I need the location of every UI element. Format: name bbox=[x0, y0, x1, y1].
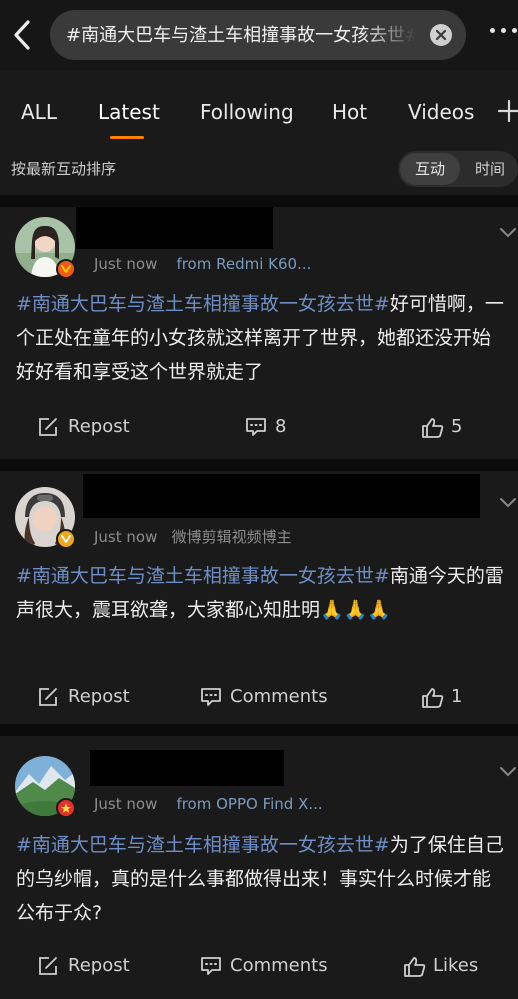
post-hashtag[interactable]: #南通大巴车与渣土车相撞事故一女孩去世# bbox=[16, 293, 390, 315]
divider bbox=[0, 459, 518, 471]
post-meta: Just now 微博剪辑视频博主 bbox=[94, 526, 292, 547]
sort-toggle[interactable]: 互动 时间 bbox=[398, 151, 518, 187]
verified-badge-icon bbox=[56, 798, 76, 818]
post-text: #南通大巴车与渣土车相撞事故一女孩去世#南通今天的雷声很大，震耳欲聋，大家都心知… bbox=[16, 559, 506, 627]
post-time: Just now bbox=[94, 795, 158, 813]
top-bar: #南通大巴车与渣土车相撞事故一女孩去世# bbox=[0, 0, 518, 70]
post-card[interactable]: Just now from OPPO Find X... #南通大巴车与渣土车相… bbox=[0, 736, 518, 999]
post-time: Just now bbox=[94, 528, 158, 546]
tab-videos[interactable]: Videos bbox=[408, 88, 474, 136]
post-actions: Repost Comments 1 bbox=[0, 677, 518, 717]
divider bbox=[0, 724, 518, 736]
verified-badge-icon bbox=[56, 529, 76, 549]
divider bbox=[0, 195, 518, 207]
tab-latest[interactable]: Latest bbox=[98, 88, 160, 136]
repost-label: Repost bbox=[68, 686, 130, 707]
repost-label: Repost bbox=[68, 416, 130, 437]
search-input[interactable]: #南通大巴车与渣土车相撞事故一女孩去世# bbox=[50, 10, 466, 60]
chevron-down-icon[interactable] bbox=[498, 225, 518, 239]
comments-count: Comments bbox=[230, 686, 328, 707]
post-actions: Repost Comments Likes bbox=[0, 946, 518, 986]
post-source[interactable]: from OPPO Find X... bbox=[176, 795, 322, 813]
tab-following[interactable]: Following bbox=[200, 88, 294, 136]
add-tab-icon[interactable] bbox=[497, 99, 518, 123]
post-source[interactable]: from Redmi K60... bbox=[176, 255, 311, 273]
chevron-down-icon[interactable] bbox=[498, 764, 518, 778]
post-text: #南通大巴车与渣土车相撞事故一女孩去世#为了保住自己的乌纱帽，真的是什么事都做得… bbox=[16, 828, 506, 930]
active-tab-indicator bbox=[110, 136, 144, 139]
chevron-down-icon[interactable] bbox=[498, 495, 518, 509]
more-options-icon[interactable] bbox=[484, 28, 518, 42]
post-actions: Repost 8 5 bbox=[0, 407, 518, 447]
sort-option-interaction[interactable]: 互动 bbox=[400, 153, 460, 185]
post-meta: Just now from OPPO Find X... bbox=[94, 795, 323, 813]
redacted-username bbox=[90, 750, 284, 786]
tab-all[interactable]: ALL bbox=[21, 88, 57, 136]
post-card[interactable]: Just now from Redmi K60... #南通大巴车与渣土车相撞事… bbox=[0, 207, 518, 459]
verified-badge-icon bbox=[56, 259, 76, 279]
back-arrow-icon[interactable] bbox=[8, 18, 38, 52]
sort-label: 按最新互动排序 bbox=[11, 160, 117, 178]
post-time: Just now bbox=[94, 255, 158, 273]
post-source: 微博剪辑视频博主 bbox=[171, 528, 292, 546]
post-meta: Just now from Redmi K60... bbox=[94, 255, 311, 273]
tab-hot[interactable]: Hot bbox=[332, 88, 367, 136]
redacted-username bbox=[83, 474, 480, 518]
comments-count: 8 bbox=[275, 416, 287, 437]
post-hashtag[interactable]: #南通大巴车与渣土车相撞事故一女孩去世# bbox=[16, 565, 390, 587]
likes-count: 1 bbox=[451, 686, 463, 707]
post-text: #南通大巴车与渣土车相撞事故一女孩去世#好可惜啊，一个正处在童年的小女孩就这样离… bbox=[16, 287, 506, 389]
sort-option-time[interactable]: 时间 bbox=[462, 153, 518, 185]
clear-search-icon[interactable] bbox=[430, 24, 452, 46]
post-card[interactable]: Just now 微博剪辑视频博主 #南通大巴车与渣土车相撞事故一女孩去世#南通… bbox=[0, 471, 518, 724]
likes-label: Likes bbox=[433, 955, 479, 976]
likes-count: 5 bbox=[451, 416, 463, 437]
repost-label: Repost bbox=[68, 955, 130, 976]
tab-bar: ALL Latest Following Hot Videos bbox=[0, 88, 518, 136]
comments-count: Comments bbox=[230, 955, 328, 976]
search-query: #南通大巴车与渣土车相撞事故一女孩去世# bbox=[66, 25, 416, 46]
redacted-username bbox=[76, 207, 273, 249]
post-hashtag[interactable]: #南通大巴车与渣土车相撞事故一女孩去世# bbox=[16, 834, 390, 856]
